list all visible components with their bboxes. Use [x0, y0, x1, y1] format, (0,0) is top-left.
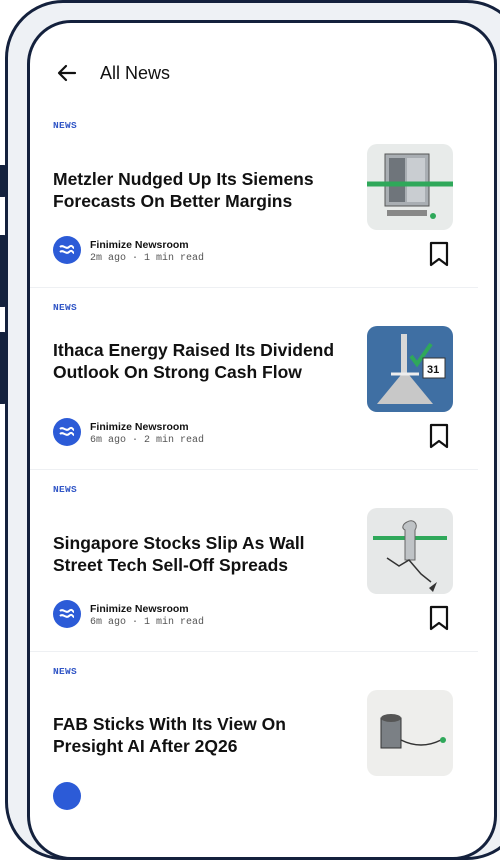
news-meta: 6m ago · 2 min read — [90, 435, 205, 446]
news-card[interactable]: NEWS Singapore Stocks Slip As Wall Stree… — [30, 484, 478, 666]
news-headline[interactable]: Ithaca Energy Raised Its Dividend Outloo… — [53, 339, 345, 383]
news-tag: NEWS — [53, 120, 78, 131]
news-card[interactable]: NEWS Metzler Nudged Up Its Siemens Forec… — [30, 120, 478, 302]
divider — [30, 287, 478, 288]
news-headline[interactable]: Singapore Stocks Slip As Wall Street Tec… — [53, 532, 345, 576]
finimize-logo-icon — [59, 426, 75, 436]
oil-rig-calendar-thumbnail[interactable]: 31 — [367, 326, 453, 412]
page-title: All News — [100, 62, 171, 83]
back-button[interactable] — [52, 58, 82, 88]
finimize-logo-icon — [59, 244, 75, 254]
news-card[interactable]: NEWS Ithaca Energy Raised Its Dividend O… — [30, 302, 478, 484]
avatar — [53, 418, 81, 446]
news-source: Finimize Newsroom — [90, 421, 189, 433]
divider — [30, 651, 478, 652]
news-meta: 2m ago · 1 min read — [90, 253, 205, 264]
news-tag: NEWS — [53, 484, 78, 495]
news-source: Finimize Newsroom — [90, 239, 189, 251]
arrow-left-icon — [57, 64, 77, 82]
merlion-chart-thumbnail[interactable] — [367, 508, 453, 594]
news-tag: NEWS — [53, 666, 78, 677]
svg-text:31: 31 — [427, 364, 439, 376]
bookmark-icon[interactable] — [428, 423, 450, 449]
news-headline[interactable]: Metzler Nudged Up Its Siemens Forecasts … — [53, 168, 345, 212]
avatar — [53, 600, 81, 628]
cable-spool-thumbnail[interactable] — [367, 690, 453, 776]
finimize-logo-icon — [59, 608, 75, 618]
avatar — [53, 782, 81, 810]
bookmark-icon[interactable] — [428, 605, 450, 631]
news-source: Finimize Newsroom — [90, 603, 189, 615]
avatar — [53, 236, 81, 264]
divider — [30, 469, 478, 470]
news-card[interactable]: NEWS FAB Sticks With Its View On Presigh… — [30, 666, 478, 848]
news-headline[interactable]: FAB Sticks With Its View On Presight AI … — [53, 713, 345, 757]
news-meta: 6m ago · 1 min read — [90, 617, 205, 628]
news-tag: NEWS — [53, 302, 78, 313]
app-header: All News — [52, 58, 170, 88]
bookmark-icon[interactable] — [428, 241, 450, 267]
server-rack-thumbnail[interactable] — [367, 144, 453, 230]
